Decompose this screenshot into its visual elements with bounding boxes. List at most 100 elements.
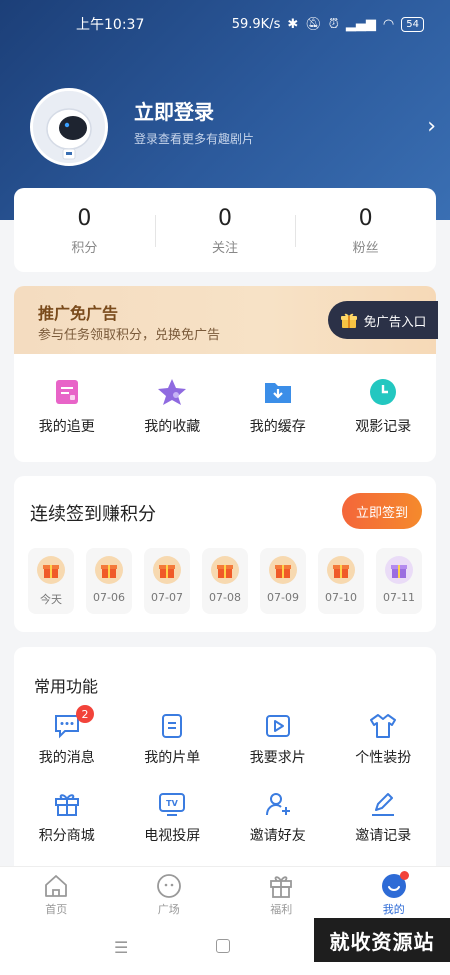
signin-day[interactable]: 07-11 xyxy=(376,548,422,614)
signin-day-label: 07-08 xyxy=(209,591,241,604)
signin-day[interactable]: 07-07 xyxy=(144,548,190,614)
bluetooth-icon: ✱ xyxy=(287,16,299,32)
svg-text:TV: TV xyxy=(166,799,178,808)
chevron-right-icon[interactable]: › xyxy=(427,114,436,139)
func-tv-cast[interactable]: TV 电视投屏 xyxy=(120,791,226,869)
signin-days: 今天 07-06 07-07 07-08 07-09 07-10 07-11 xyxy=(28,548,428,614)
ad-free-entry-button[interactable]: 免广告入口 xyxy=(328,301,438,339)
quick-history[interactable]: 观影记录 xyxy=(331,354,437,462)
wifi-icon: ◠ xyxy=(382,16,395,32)
common-functions-card: 常用功能 2 我的消息 我的片单 我要求片 个性装扮 积分商城 TV 电视投屏 … xyxy=(14,647,436,867)
stat-value: 0 xyxy=(218,205,232,231)
edit-icon xyxy=(372,793,395,816)
func-request-film[interactable]: 我要求片 xyxy=(225,713,331,791)
signin-day-label: 07-10 xyxy=(325,591,357,604)
gift-icon xyxy=(95,556,123,584)
signin-day-label: 07-11 xyxy=(383,591,415,604)
signal-icon: ▂▄▆ xyxy=(345,16,376,32)
func-playlist[interactable]: 我的片单 xyxy=(120,713,226,791)
gift-icon xyxy=(37,556,65,584)
signin-day[interactable]: 07-10 xyxy=(318,548,364,614)
status-time: 上午10:37 xyxy=(76,17,145,33)
stat-followers[interactable]: 0 粉丝 xyxy=(295,205,436,256)
tv-icon: TV xyxy=(159,793,186,816)
gift-icon xyxy=(211,556,239,584)
quick-label: 我的缓存 xyxy=(249,419,306,435)
stat-following[interactable]: 0 关注 xyxy=(154,205,296,256)
tab-label: 我的 xyxy=(382,903,405,916)
func-label: 邀请记录 xyxy=(355,828,412,844)
signin-day-label: 07-07 xyxy=(151,591,183,604)
func-label: 我要求片 xyxy=(249,750,306,766)
home-square-icon[interactable] xyxy=(216,939,230,953)
gift-box-icon xyxy=(54,794,79,816)
bottom-tab-bar: 首页 广场 福利 我的 xyxy=(0,866,450,920)
stat-points[interactable]: 0 积分 xyxy=(14,205,155,256)
signin-button[interactable]: 立即签到 xyxy=(342,493,422,529)
quick-follow-updates[interactable]: 我的追更 xyxy=(14,354,120,462)
gift-icon xyxy=(385,556,413,584)
promo-subtitle: 参与任务领取积分，兑换免广告 xyxy=(38,328,221,343)
stat-label: 关注 xyxy=(212,240,239,256)
stat-label: 粉丝 xyxy=(352,240,379,256)
func-dress-up[interactable]: 个性装扮 xyxy=(331,713,437,791)
tab-label: 广场 xyxy=(157,903,180,916)
menu-icon[interactable]: ☰ xyxy=(114,938,128,957)
quick-downloads[interactable]: 我的缓存 xyxy=(225,354,331,462)
avatar[interactable] xyxy=(30,88,108,166)
status-icons: 59.9K/s ✱ 🔕︎ ⏰︎ ▂▄▆ ◠ 54 xyxy=(231,16,424,32)
network-speed: 59.9K/s xyxy=(231,16,281,32)
quick-label: 观影记录 xyxy=(355,419,412,435)
square-icon xyxy=(156,874,181,898)
tab-square[interactable]: 广场 xyxy=(113,867,226,920)
gift-icon xyxy=(340,313,357,328)
promo-banner[interactable]: 推广免广告 参与任务领取积分，兑换免广告 免广告入口 xyxy=(14,286,438,354)
signin-day[interactable]: 今天 xyxy=(28,548,74,614)
download-folder-icon xyxy=(264,383,291,403)
func-messages[interactable]: 2 我的消息 xyxy=(14,705,120,791)
signin-day[interactable]: 07-09 xyxy=(260,548,306,614)
ad-free-entry-label: 免广告入口 xyxy=(363,313,427,329)
tab-mine[interactable]: 我的 xyxy=(338,867,450,920)
func-label: 积分商城 xyxy=(38,828,95,844)
tab-label: 福利 xyxy=(270,903,293,916)
quick-label: 我的追更 xyxy=(38,419,95,435)
signin-day[interactable]: 07-06 xyxy=(86,548,132,614)
func-label: 邀请好友 xyxy=(249,828,306,844)
tab-welfare[interactable]: 福利 xyxy=(225,867,338,920)
func-points-mall[interactable]: 积分商城 xyxy=(14,791,120,869)
battery-icon: 54 xyxy=(401,16,424,32)
login-title[interactable]: 立即登录 xyxy=(134,96,214,125)
gift-icon xyxy=(327,556,355,584)
signin-day-label: 07-06 xyxy=(93,591,125,604)
func-invite-records[interactable]: 邀请记录 xyxy=(331,791,437,869)
login-header[interactable]: 立即登录 登录查看更多有趣剧片 › xyxy=(30,88,436,168)
alarm-icon: ⏰︎ xyxy=(328,16,339,32)
quick-label: 我的收藏 xyxy=(144,419,201,435)
common-functions-title: 常用功能 xyxy=(34,677,99,696)
playlist-icon xyxy=(162,714,183,738)
signin-day-label: 07-09 xyxy=(267,591,299,604)
signin-title: 连续签到赚积分 xyxy=(30,504,156,525)
message-badge: 2 xyxy=(76,705,94,723)
stat-label: 积分 xyxy=(71,240,98,256)
tab-label: 首页 xyxy=(45,903,68,916)
shirt-icon xyxy=(370,714,397,738)
func-invite-friends[interactable]: 邀请好友 xyxy=(225,791,331,869)
common-functions-grid: 2 我的消息 我的片单 我要求片 个性装扮 积分商城 TV 电视投屏 邀请好友 … xyxy=(14,705,437,869)
astronaut-avatar-icon xyxy=(33,91,105,163)
quick-favorites[interactable]: 我的收藏 xyxy=(120,354,226,462)
notification-dot xyxy=(399,871,409,880)
clock-icon xyxy=(370,379,397,405)
tab-home[interactable]: 首页 xyxy=(0,867,113,920)
home-icon xyxy=(45,875,68,897)
func-label: 电视投屏 xyxy=(144,828,201,844)
status-bar: 上午10:37 59.9K/s ✱ 🔕︎ ⏰︎ ▂▄▆ ◠ 54 xyxy=(0,0,450,48)
signin-day[interactable]: 07-08 xyxy=(202,548,248,614)
stat-value: 0 xyxy=(358,205,373,231)
mute-icon: 🔕︎ xyxy=(305,16,322,32)
stat-value: 0 xyxy=(77,205,92,231)
stats-card: 0 积分 0 关注 0 粉丝 xyxy=(14,188,436,272)
follow-update-icon xyxy=(55,380,78,404)
play-request-icon xyxy=(265,715,290,737)
